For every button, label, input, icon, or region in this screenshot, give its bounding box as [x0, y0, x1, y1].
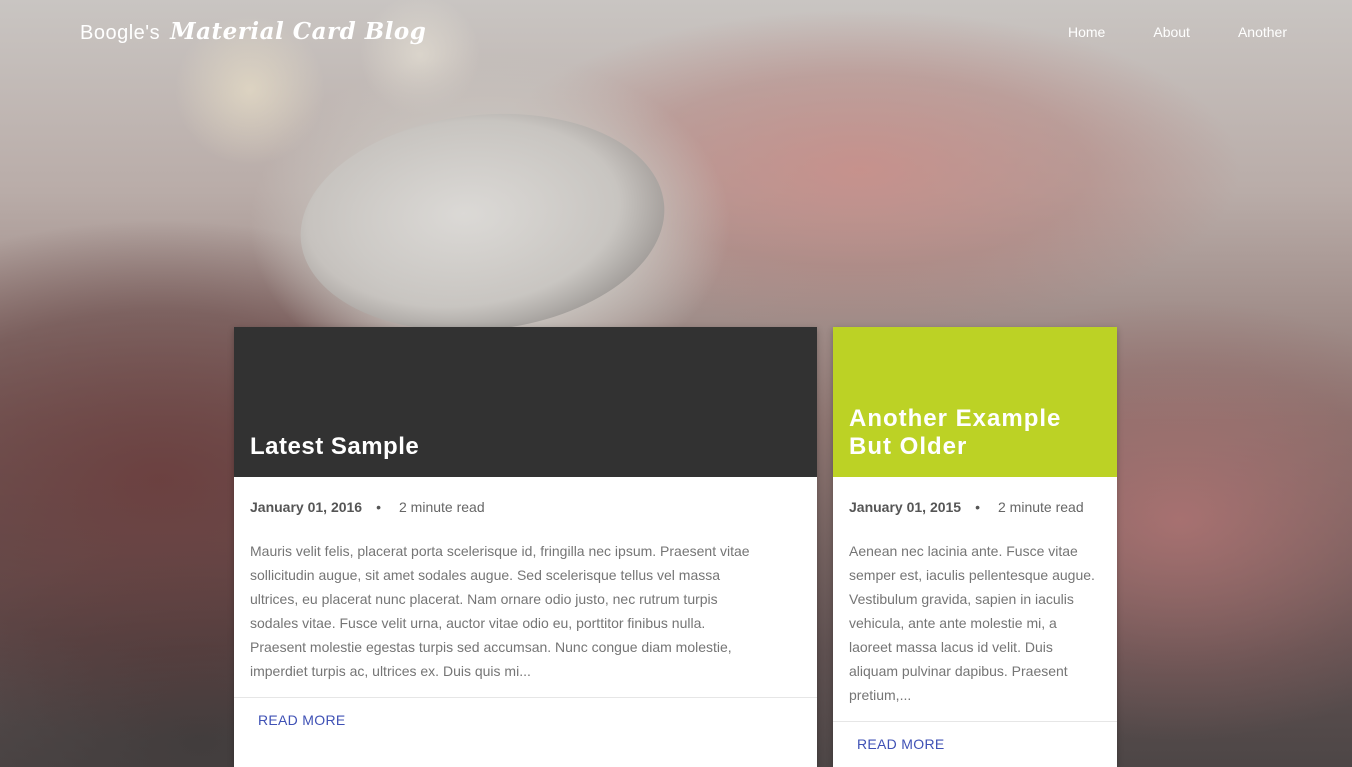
card-divider	[234, 697, 817, 698]
card-header: Latest Sample	[234, 327, 817, 477]
card-divider	[833, 721, 1117, 722]
meta-separator: •	[975, 499, 980, 515]
navbar: Boogle's Material Card Blog Home About A…	[0, 0, 1352, 64]
post-date: January 01, 2015	[849, 499, 962, 515]
card-header: Another Example But Older	[833, 327, 1117, 477]
nav-link-about[interactable]: About	[1153, 24, 1190, 40]
post-title[interactable]: Another Example But Older	[849, 405, 1101, 461]
post-title[interactable]: Latest Sample	[250, 433, 801, 461]
nav-link-another[interactable]: Another	[1238, 24, 1287, 40]
nav-links: Home About Another	[1020, 24, 1287, 40]
meta-separator: •	[376, 499, 381, 515]
read-more-link[interactable]: READ MORE	[857, 736, 945, 752]
post-excerpt: Mauris velit felis, placerat porta scele…	[250, 543, 750, 679]
nav-link-home[interactable]: Home	[1068, 24, 1105, 40]
post-excerpt: Aenean nec lacinia ante. Fusce vitae sem…	[849, 543, 1095, 703]
post-meta: January 01, 2015 • 2 minute read	[833, 477, 1117, 515]
post-card-latest-sample: Latest Sample January 01, 2016 • 2 minut…	[234, 327, 817, 767]
brand-name: Material Card Blog	[170, 18, 427, 45]
read-time: 2 minute read	[998, 499, 1084, 515]
post-card-another-example: Another Example But Older January 01, 20…	[833, 327, 1117, 767]
site-brand[interactable]: Boogle's Material Card Blog	[80, 18, 426, 45]
brand-prefix: Boogle's	[80, 22, 161, 44]
read-time: 2 minute read	[399, 499, 485, 515]
post-date: January 01, 2016	[250, 499, 363, 515]
post-meta: January 01, 2016 • 2 minute read	[234, 477, 817, 515]
read-more-link[interactable]: READ MORE	[258, 712, 346, 728]
